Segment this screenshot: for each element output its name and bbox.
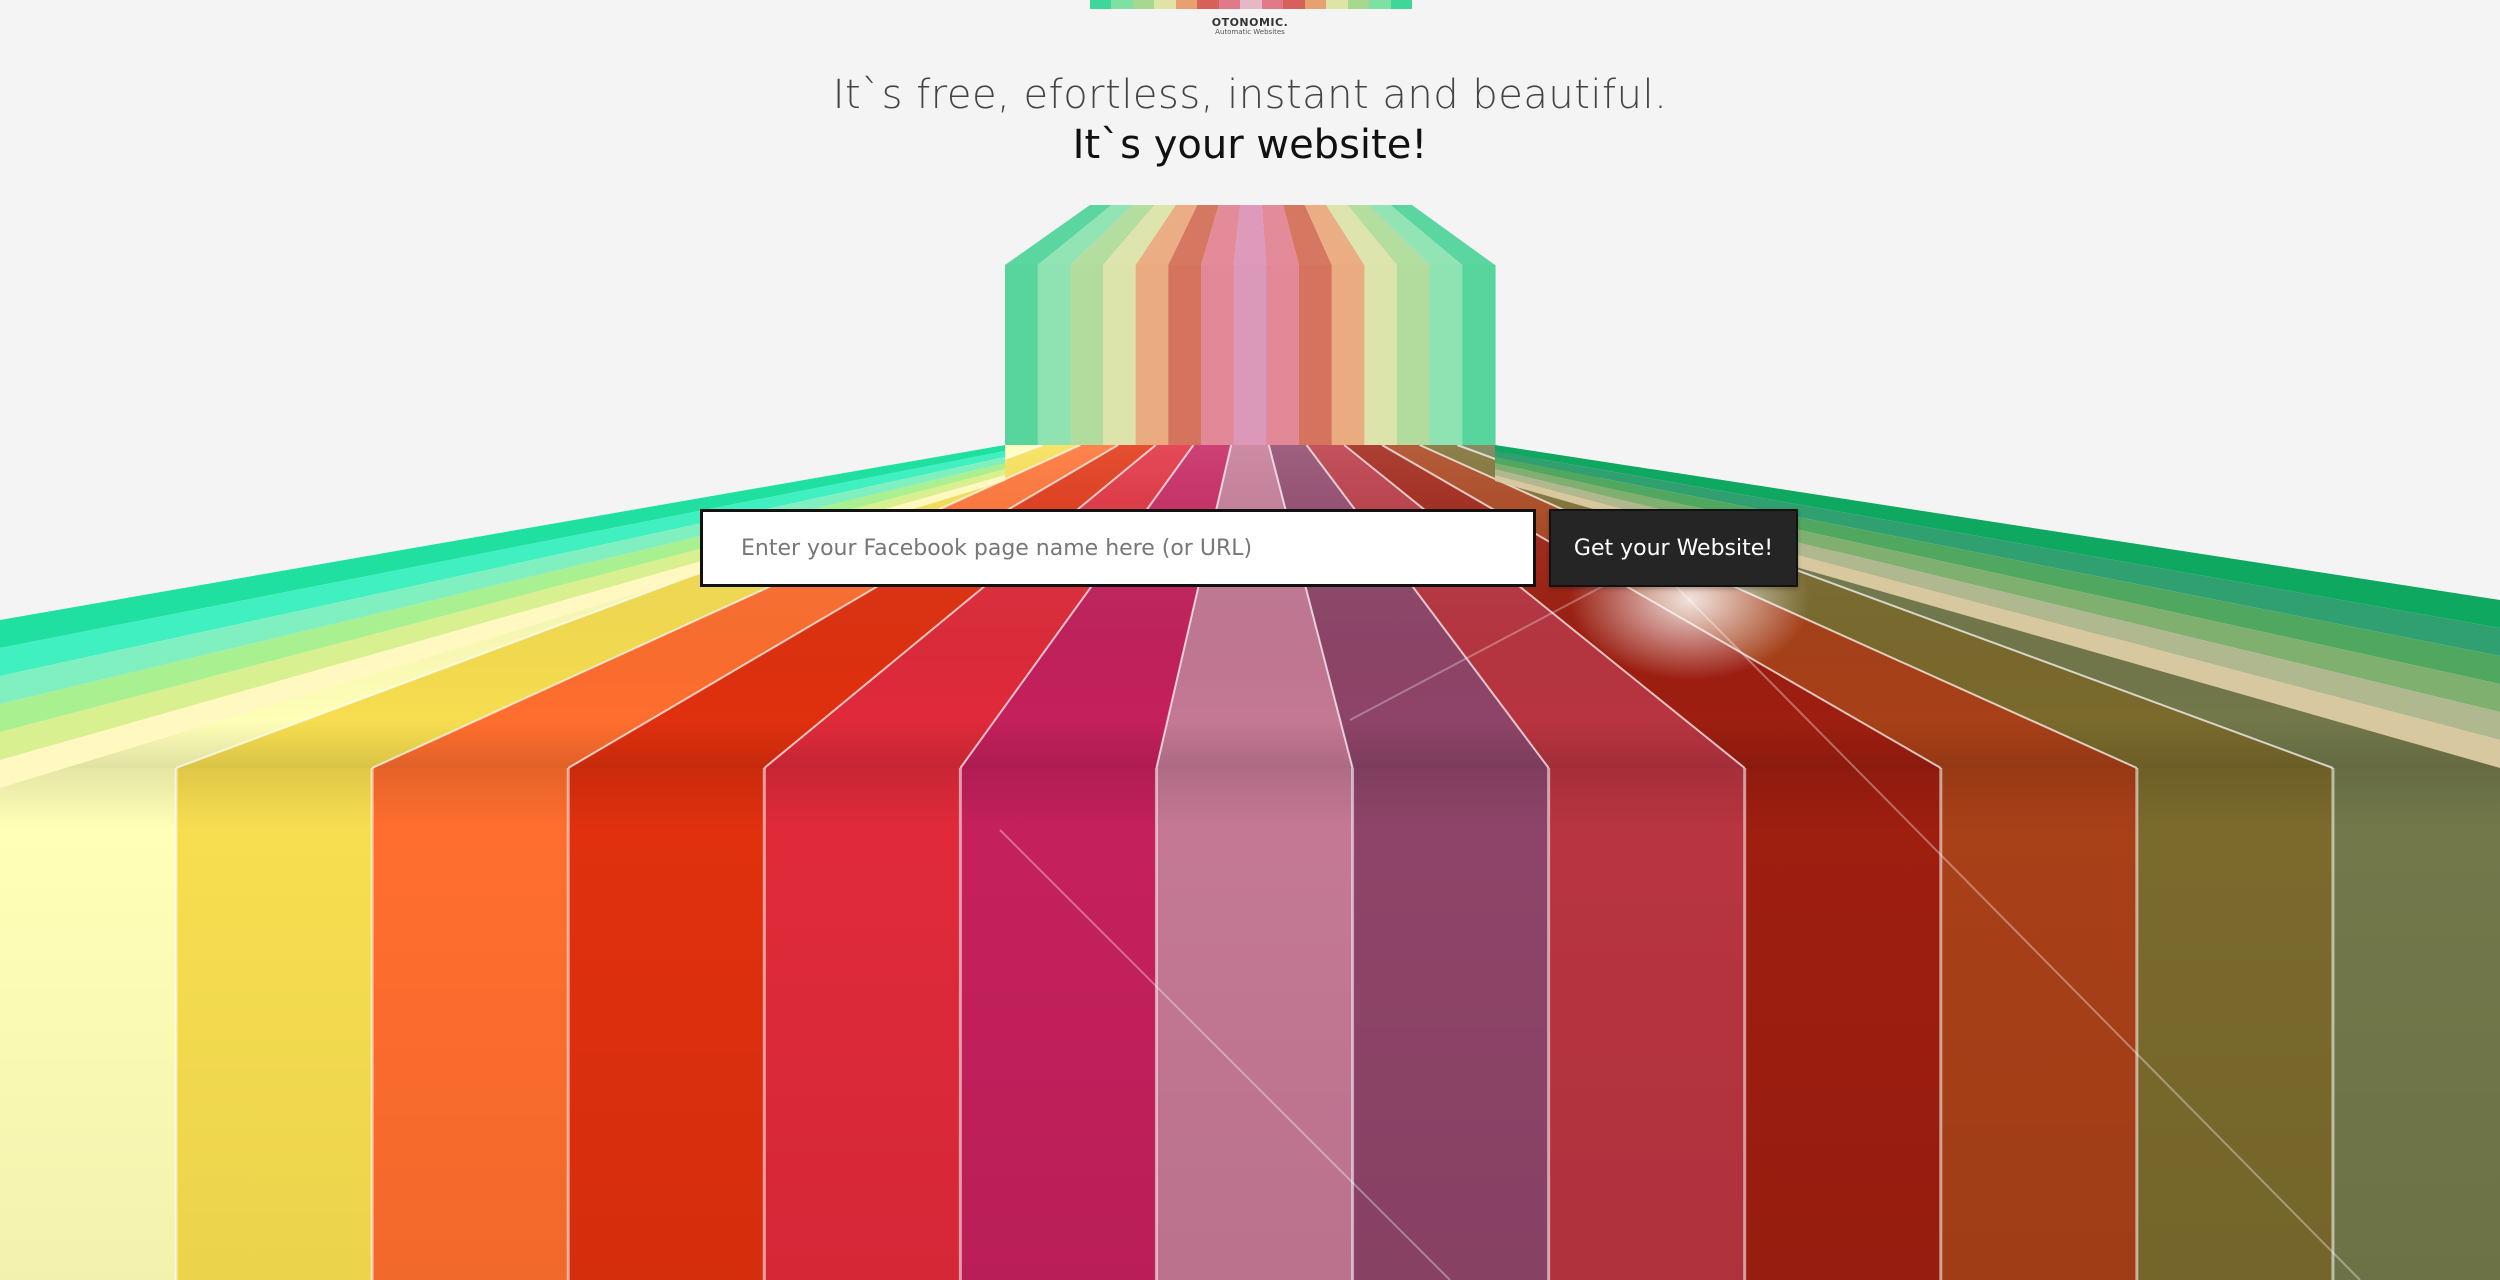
- get-website-button[interactable]: Get your Website!: [1549, 509, 1798, 587]
- hero-headline: It`s free, efortless, instant and beauti…: [832, 72, 1668, 118]
- rainbow-stripes-background: [0, 205, 2500, 1280]
- brand-tagline: Automatic Websites: [1215, 28, 1285, 36]
- hero-subheadline: It`s your website!: [1072, 122, 1428, 168]
- facebook-page-input[interactable]: [700, 509, 1536, 587]
- brand-color-strip: [1090, 0, 1413, 9]
